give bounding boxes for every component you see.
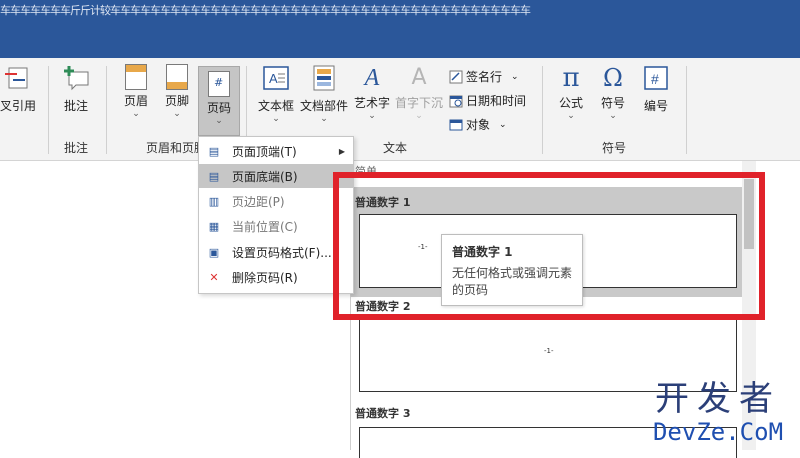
highlight-annotation-box bbox=[333, 172, 765, 320]
chevron-down-icon: ⌄ bbox=[567, 111, 575, 121]
date-time-icon bbox=[449, 95, 463, 107]
menu-item-current-position[interactable]: ▦ 当前位置(C) bbox=[199, 214, 353, 238]
chevron-down-icon: ⌄ bbox=[215, 116, 223, 126]
header-button[interactable]: 页眉 ⌄ bbox=[116, 64, 156, 119]
date-time-button[interactable]: 日期和时间 bbox=[449, 92, 526, 109]
group-label-comments: 批注 bbox=[64, 141, 89, 155]
drop-cap-icon: A bbox=[411, 65, 427, 90]
quick-parts-icon bbox=[313, 65, 335, 91]
drop-cap-button[interactable]: A 首字下沉 ⌄ bbox=[393, 64, 445, 121]
chevron-down-icon: ⌄ bbox=[132, 109, 140, 119]
page-number-icon: # bbox=[208, 71, 230, 97]
group-separator bbox=[106, 66, 107, 154]
page-number-menu: ▤ 页面顶端(T) ▶ ▤ 页面底端(B) ▥ 页边距(P) ▦ 当前位置(C)… bbox=[198, 136, 354, 294]
wordart-icon: A bbox=[364, 65, 380, 91]
object-icon bbox=[449, 119, 463, 130]
window-title: 车车车车车车车斤斤计较车车车车车车车车车车车车车车车车车车车车车车车车车车车车车… bbox=[0, 4, 531, 17]
wordart-button[interactable]: A 艺术字 ⌄ bbox=[351, 64, 393, 121]
delete-page-number-icon: ✕ bbox=[209, 270, 219, 284]
ribbon: 叉引用 批注 批注 页眉 ⌄ 页脚 ⌄ # 页码 ⌄ 页眉和页脚 A 文本框 ⌄… bbox=[0, 58, 800, 161]
omega-icon: Ω bbox=[603, 64, 623, 92]
watermark-en: DevZe.CoM bbox=[652, 418, 784, 446]
current-position-icon: ▦ bbox=[208, 219, 220, 233]
equation-button[interactable]: π 公式 ⌄ bbox=[552, 64, 590, 121]
chevron-down-icon: ⌄ bbox=[499, 119, 507, 130]
footer-icon bbox=[166, 64, 188, 90]
menu-item-remove-page-numbers[interactable]: ✕ 删除页码(R) bbox=[199, 265, 353, 289]
new-comment-icon bbox=[64, 66, 89, 91]
watermark-cn: 开发者 bbox=[655, 379, 781, 419]
gallery-item-title: 普通数字 3 bbox=[355, 407, 411, 420]
chevron-down-icon: ⌄ bbox=[173, 109, 181, 119]
group-label-symbols: 符号 bbox=[602, 141, 627, 155]
chevron-down-icon: ⌄ bbox=[415, 111, 423, 121]
svg-text:A: A bbox=[269, 71, 278, 86]
signature-line-button[interactable]: 签名行 ⌄ bbox=[449, 68, 519, 85]
page-number-preview: -1- bbox=[544, 347, 554, 355]
page-number-button[interactable]: # 页码 ⌄ bbox=[198, 66, 240, 136]
group-separator bbox=[48, 66, 49, 154]
chevron-down-icon: ⌄ bbox=[511, 71, 519, 82]
cross-reference-icon bbox=[5, 67, 28, 89]
object-button[interactable]: 对象 ⌄ bbox=[449, 116, 507, 133]
chevron-down-icon: ⌄ bbox=[609, 111, 617, 121]
group-separator bbox=[542, 66, 543, 154]
page-margin-icon: ▥ bbox=[208, 194, 220, 208]
menu-item-format-page-numbers[interactable]: ▣ 设置页码格式(F)... bbox=[199, 240, 353, 264]
menu-item-bottom-of-page[interactable]: ▤ 页面底端(B) bbox=[199, 164, 353, 188]
number-button[interactable]: # 编号 bbox=[637, 64, 675, 114]
page-bottom-icon: ▤ bbox=[208, 169, 220, 183]
footer-button[interactable]: 页脚 ⌄ bbox=[157, 64, 197, 119]
title-bar: 车车车车车车车斤斤计较车车车车车车车车车车车车车车车车车车车车车车车车车车车车车… bbox=[0, 0, 800, 58]
text-box-button[interactable]: A 文本框 ⌄ bbox=[254, 64, 298, 124]
document-parts-button[interactable]: 文档部件 ⌄ bbox=[298, 64, 350, 124]
watermark: 开发者 DevZe.CoM bbox=[643, 380, 793, 446]
format-page-number-icon: ▣ bbox=[208, 245, 220, 259]
group-label-text: 文本 bbox=[383, 141, 408, 155]
group-label-header-footer: 页眉和页脚 bbox=[146, 141, 207, 155]
number-icon: # bbox=[644, 66, 668, 90]
comment-button[interactable]: 批注 bbox=[54, 64, 98, 114]
chevron-down-icon: ⌄ bbox=[368, 111, 376, 121]
cross-reference-button[interactable]: 叉引用 bbox=[0, 64, 40, 114]
page-top-icon: ▤ bbox=[208, 144, 220, 158]
text-box-icon: A bbox=[263, 66, 289, 90]
group-separator bbox=[686, 66, 687, 154]
svg-text:#: # bbox=[651, 71, 659, 87]
submenu-arrow-icon: ▶ bbox=[338, 146, 345, 156]
signature-line-icon bbox=[449, 70, 463, 83]
chevron-down-icon: ⌄ bbox=[272, 114, 280, 124]
header-icon bbox=[125, 64, 147, 90]
pi-icon: π bbox=[562, 63, 580, 93]
menu-item-top-of-page[interactable]: ▤ 页面顶端(T) ▶ bbox=[199, 139, 353, 163]
chevron-down-icon: ⌄ bbox=[320, 114, 328, 124]
symbol-button[interactable]: Ω 符号 ⌄ bbox=[594, 64, 632, 121]
menu-item-page-margins[interactable]: ▥ 页边距(P) bbox=[199, 189, 353, 213]
